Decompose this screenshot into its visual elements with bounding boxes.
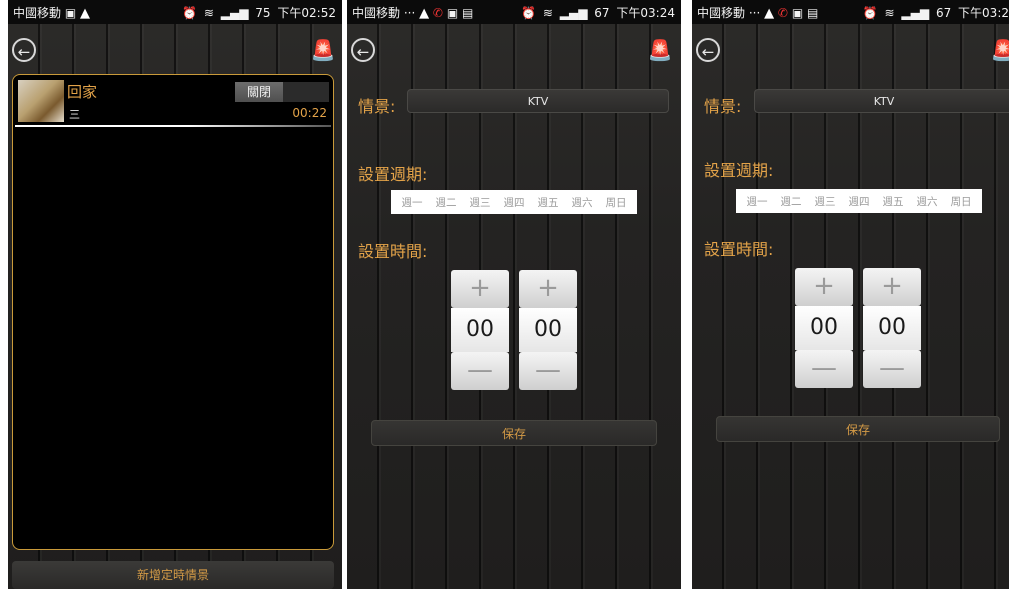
weekday-sat[interactable]: 週六: [572, 195, 593, 210]
weekday-thu[interactable]: 週四: [849, 194, 870, 209]
gallery-icon: ▣: [64, 6, 77, 20]
sim-icon: ▤: [461, 6, 474, 20]
wifi-icon: ≋: [542, 6, 553, 20]
clock-time: 下午03:2: [958, 6, 1009, 20]
weekday-sun[interactable]: 周日: [951, 194, 972, 209]
scene-select[interactable]: KTV: [407, 89, 669, 113]
weekday-mon[interactable]: 週一: [402, 195, 423, 210]
minute-value: 00: [519, 308, 577, 352]
scene-edit-screen: 中國移動 ··· ▲ ✆ ▣ ▤ ⏰ ≋ ▂▄▆ 67 下午03:24 ← 🚨 …: [347, 0, 681, 589]
hour-stepper: + 00 —: [451, 270, 509, 390]
warning-icon: ▲: [419, 6, 430, 21]
hour-increment-button[interactable]: +: [795, 268, 853, 306]
toggle-off-button[interactable]: 關閉: [235, 82, 283, 102]
minute-decrement-button[interactable]: —: [519, 352, 577, 390]
minute-increment-button[interactable]: +: [863, 268, 921, 306]
hour-value: 00: [795, 306, 853, 350]
alarm-clock-icon: ⏰: [182, 6, 198, 20]
hour-decrement-button[interactable]: —: [451, 352, 509, 390]
alarm-clock-icon: ⏰: [521, 6, 537, 20]
divider: [15, 125, 331, 127]
scene-thumbnail: [18, 80, 64, 122]
alarm-clock-icon: ⏰: [862, 6, 878, 20]
time-label: 設置時間:: [704, 240, 774, 259]
warning-icon: ▲: [80, 6, 91, 21]
scene-time: 00:22: [292, 106, 327, 120]
signal-icon: ▂▄▆: [901, 6, 930, 20]
scene-name: 回家: [67, 83, 98, 101]
save-button[interactable]: 保存: [716, 416, 1000, 442]
weekday-sat[interactable]: 週六: [917, 194, 938, 209]
time-label: 設置時間:: [358, 242, 428, 261]
signal-icon: ▂▄▆: [559, 6, 588, 20]
period-label: 設置週期:: [704, 161, 774, 180]
hour-decrement-button[interactable]: —: [795, 350, 853, 388]
carrier-name: 中國移動: [13, 6, 62, 20]
app-notification-icon: ✆: [777, 6, 788, 20]
period-label: 設置週期:: [358, 165, 428, 184]
weekday-sun[interactable]: 周日: [606, 195, 627, 210]
minute-value: 00: [863, 306, 921, 350]
clock-time: 下午02:52: [277, 6, 336, 20]
siren-alarm-icon[interactable]: 🚨: [990, 36, 1009, 64]
weekday-mon[interactable]: 週一: [747, 194, 768, 209]
weekday-tue[interactable]: 週二: [781, 194, 802, 209]
toggle-track[interactable]: [283, 82, 329, 102]
minute-increment-button[interactable]: +: [519, 270, 577, 308]
scene-edit-screen-duplicate: 中國移動 ··· ▲ ✆ ▣ ▤ ⏰ ≋ ▂▄▆ 67 下午03:2 ← 🚨 情…: [692, 0, 1009, 589]
back-arrow-icon[interactable]: ←: [351, 38, 375, 62]
scene-days: 三: [69, 108, 80, 121]
scene-list-screen: 中國移動 ▣ ▲ ⏰ ≋ ▂▄▆ 75 下午02:52 ← 🚨 回家 三 關閉 …: [8, 0, 342, 589]
minute-stepper: + 00 —: [863, 268, 921, 388]
weekday-wed[interactable]: 週三: [815, 194, 836, 209]
save-button[interactable]: 保存: [371, 420, 657, 446]
wifi-icon: ≋: [884, 6, 895, 20]
signal-icon: ▂▄▆: [220, 6, 249, 20]
weekday-wed[interactable]: 週三: [470, 195, 491, 210]
app-notification-icon: ✆: [432, 6, 443, 20]
gallery-icon: ▣: [791, 6, 804, 20]
weekday-thu[interactable]: 週四: [504, 195, 525, 210]
sim-icon: ▤: [806, 6, 819, 20]
siren-alarm-icon[interactable]: 🚨: [647, 36, 673, 64]
hour-increment-button[interactable]: +: [451, 270, 509, 308]
scene-select[interactable]: KTV: [754, 89, 1009, 113]
weekday-selector: 週一 週二 週三 週四 週五 週六 周日: [391, 190, 637, 214]
battery-level: 75: [255, 6, 271, 20]
add-timed-scene-button[interactable]: 新增定時情景: [12, 561, 334, 589]
siren-alarm-icon[interactable]: 🚨: [310, 36, 336, 64]
status-bar: 中國移動 ··· ▲ ✆ ▣ ▤ ⏰ ≋ ▂▄▆ 67 下午03:24: [347, 0, 681, 24]
weekday-selector: 週一 週二 週三 週四 週五 週六 周日: [736, 189, 982, 213]
gallery-icon: ▣: [446, 6, 459, 20]
battery-level: 67: [935, 6, 952, 20]
scene-label: 情景:: [704, 97, 742, 116]
weekday-fri[interactable]: 週五: [538, 195, 559, 210]
status-bar: 中國移動 ··· ▲ ✆ ▣ ▤ ⏰ ≋ ▂▄▆ 67 下午03:2: [692, 0, 1009, 24]
carrier-name: 中國移動 ···: [697, 6, 761, 20]
wifi-icon: ≋: [203, 6, 214, 20]
hour-value: 00: [451, 308, 509, 352]
weekday-fri[interactable]: 週五: [883, 194, 904, 209]
scene-list: 回家 三 關閉 00:22: [12, 74, 334, 550]
clock-time: 下午03:24: [616, 6, 675, 20]
battery-level: 67: [594, 6, 610, 20]
weekday-tue[interactable]: 週二: [436, 195, 457, 210]
warning-icon: ▲: [764, 6, 775, 21]
minute-stepper: + 00 —: [519, 270, 577, 390]
scene-label: 情景:: [358, 97, 396, 116]
carrier-name: 中國移動 ···: [352, 6, 416, 20]
hour-stepper: + 00 —: [795, 268, 853, 388]
status-bar: 中國移動 ▣ ▲ ⏰ ≋ ▂▄▆ 75 下午02:52: [8, 0, 342, 24]
list-item[interactable]: 回家 三 關閉 00:22: [13, 75, 333, 127]
back-arrow-icon[interactable]: ←: [696, 38, 720, 62]
back-arrow-icon[interactable]: ←: [12, 38, 36, 62]
minute-decrement-button[interactable]: —: [863, 350, 921, 388]
